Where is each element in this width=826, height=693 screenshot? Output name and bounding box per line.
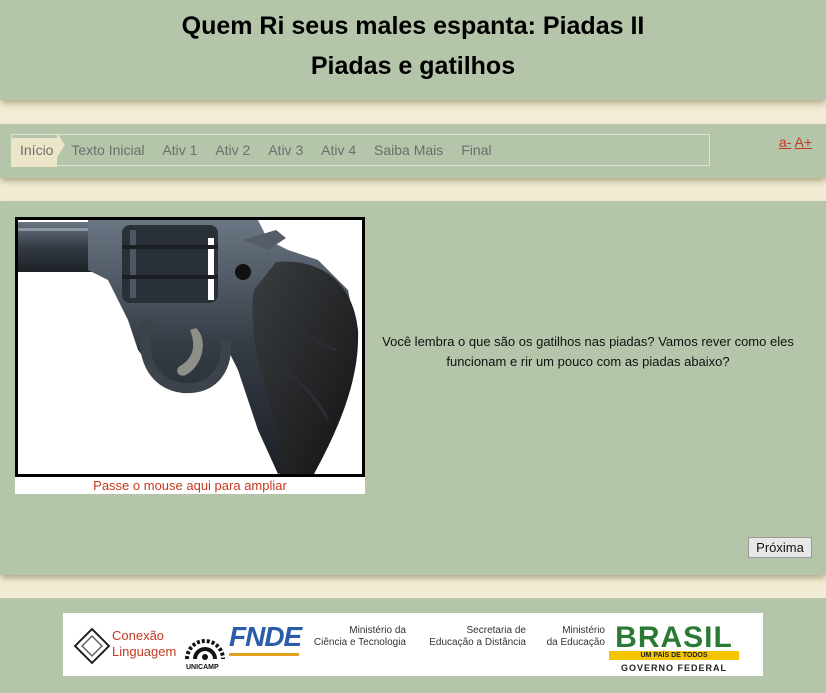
revolver-icon (18, 220, 362, 474)
unicamp-logo-text: UNICAMP (186, 664, 219, 671)
revolver-image[interactable] (15, 217, 365, 477)
menu-item-texto-inicial[interactable]: Texto Inicial (67, 143, 148, 167)
partner-logos: Conexão Linguagem UNICAMP FNDE Ministéri… (63, 613, 763, 676)
fnde-logo: FNDE (229, 621, 302, 652)
main-menu: Início Texto Inicial Ativ 1 Ativ 2 Ativ … (11, 133, 502, 167)
fnde-underline (229, 653, 299, 656)
conexao-logo-text: Conexão Linguagem (112, 628, 177, 659)
menu-item-final[interactable]: Final (457, 143, 495, 167)
intro-text: Você lembra o que são os gatilhos nas pi… (382, 334, 794, 369)
conexao-logo-icon (73, 627, 111, 665)
menu-item-ativ-2[interactable]: Ativ 2 (211, 143, 254, 167)
page-title: Quem Ri seus males espanta: Piadas II (181, 12, 645, 40)
mec-text: Ministério da Educação (546, 625, 605, 648)
menu-item-ativ-4[interactable]: Ativ 4 (317, 143, 360, 167)
navigation-bar: Início Texto Inicial Ativ 1 Ativ 2 Ativ … (0, 124, 826, 178)
brasil-logo: BRASIL UM PAÍS DE TODOS (609, 623, 739, 661)
unicamp-logo-icon (185, 639, 225, 660)
font-size-controls: a- A+ (779, 134, 812, 150)
next-button[interactable]: Próxima (748, 537, 812, 558)
header: Quem Ri seus males espanta: Piadas II Pi… (0, 0, 826, 100)
mct-text: Ministério da Ciência e Tecnologia (313, 625, 406, 648)
font-decrease-link[interactable]: a- (779, 134, 791, 150)
page-subtitle: Piadas e gatilhos (310, 52, 516, 80)
footer: Conexão Linguagem UNICAMP FNDE Ministéri… (0, 598, 826, 693)
sead-text: Secretaria de Educação a Distância (429, 625, 526, 648)
menu-item-saiba-mais[interactable]: Saiba Mais (370, 143, 447, 167)
image-caption-bar: Passe o mouse aqui para ampliar (15, 477, 365, 494)
menu-item-inicio[interactable]: Início (11, 133, 67, 167)
governo-federal-text: GOVERNO FEDERAL (620, 663, 727, 673)
menu-item-ativ-3[interactable]: Ativ 3 (264, 143, 307, 167)
font-increase-link[interactable]: A+ (794, 134, 812, 150)
main-content: Passe o mouse aqui para ampliar Você lem… (0, 201, 826, 575)
menu-item-ativ-1[interactable]: Ativ 1 (158, 143, 201, 167)
image-caption[interactable]: Passe o mouse aqui para ampliar (15, 478, 365, 493)
